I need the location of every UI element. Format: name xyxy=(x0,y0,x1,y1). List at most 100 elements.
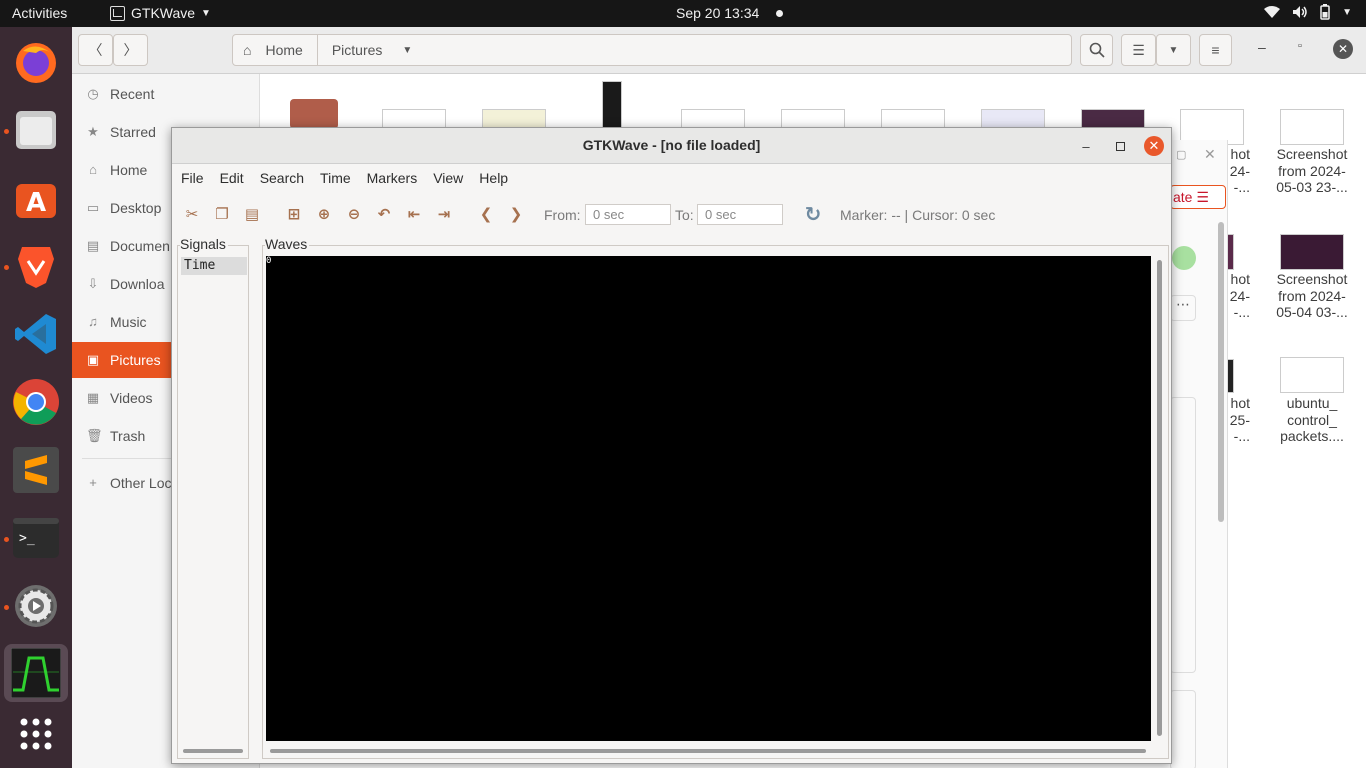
zoom-in-icon[interactable]: ⊕ xyxy=(313,204,335,224)
marker-cursor-status: Marker: -- | Cursor: 0 sec xyxy=(840,207,996,223)
sidebar-item-recent[interactable]: ◷ Recent xyxy=(72,76,260,112)
signal-row-time[interactable]: Time xyxy=(181,257,247,275)
thumbnail[interactable] xyxy=(602,81,622,129)
dock: A >_ xyxy=(0,27,72,768)
file-label[interactable]: Screenshot from 2024- 05-03 23-... xyxy=(1270,146,1354,196)
thumbnail[interactable] xyxy=(681,109,745,129)
from-input[interactable]: 0 sec xyxy=(585,204,671,225)
update-button[interactable]: ate ☰ xyxy=(1170,185,1226,209)
zoom-fit-icon[interactable]: ⊞ xyxy=(283,204,305,224)
list-view-button[interactable]: ☰ xyxy=(1121,34,1156,66)
folder-icon[interactable] xyxy=(290,99,338,129)
menu-time[interactable]: Time xyxy=(320,164,359,192)
copy-icon[interactable]: ❐ xyxy=(211,204,233,224)
clock[interactable]: Sep 20 13:34 xyxy=(676,5,759,21)
waves-horizontal-scrollbar[interactable] xyxy=(270,749,1146,753)
zoom-end-icon[interactable]: ⇥ xyxy=(433,204,455,224)
toolbar: ✂ ❐ ▤ ⊞ ⊕ ⊖ ↶ ⇤ ⇥ ❮ ❯ From: 0 sec To: 0 … xyxy=(172,194,1171,234)
sidebar-item-label: Downloa xyxy=(110,276,165,292)
gtkwave-titlebar[interactable]: GTKWave - [no file loaded] – ✕ xyxy=(172,128,1171,164)
chevron-down-icon: ▼ xyxy=(402,44,413,56)
prev-edge-icon[interactable]: ❮ xyxy=(475,204,497,224)
signals-label: Signals xyxy=(180,236,228,252)
signals-scrollbar[interactable] xyxy=(183,749,243,753)
menu-file[interactable]: File xyxy=(181,164,212,192)
file-label[interactable]: Screenshot from 2024- 05-04 03-... xyxy=(1270,271,1354,321)
app-menu[interactable]: GTKWave ▼ xyxy=(110,5,211,21)
menu-button[interactable]: ≡ xyxy=(1199,34,1232,66)
path-current[interactable]: Pictures xyxy=(332,42,383,58)
chrome-icon[interactable] xyxy=(10,376,62,428)
svg-text:>_: >_ xyxy=(19,531,35,546)
zoom-out-icon[interactable]: ⊖ xyxy=(343,204,365,224)
search-button[interactable] xyxy=(1080,34,1113,66)
sidebar-item-label: Documen xyxy=(110,238,170,254)
activities-button[interactable]: Activities xyxy=(12,5,67,21)
maximize-button[interactable] xyxy=(1110,136,1130,156)
sidebar-item-label: Starred xyxy=(110,124,156,140)
menu-search[interactable]: Search xyxy=(260,164,312,192)
waves-label: Waves xyxy=(265,236,310,252)
view-options-button[interactable]: ▼ xyxy=(1156,34,1191,66)
vscode-icon[interactable] xyxy=(10,308,62,360)
thumbnail[interactable] xyxy=(1280,357,1344,393)
minimize-button[interactable]: – xyxy=(1076,136,1096,156)
status-icon xyxy=(1172,246,1196,270)
close-button[interactable]: ✕ xyxy=(1144,136,1164,156)
home-icon: ⌂ xyxy=(89,162,97,177)
undo-zoom-icon[interactable]: ↶ xyxy=(373,204,395,224)
apps-grid-icon[interactable] xyxy=(10,708,62,760)
menu-markers[interactable]: Markers xyxy=(367,164,426,192)
to-input[interactable]: 0 sec xyxy=(697,204,783,225)
files-icon[interactable] xyxy=(10,104,62,156)
minimize-icon[interactable]: – xyxy=(1258,39,1266,55)
back-button[interactable]: 〈 xyxy=(78,34,113,66)
sidebar-item-label: Other Loc xyxy=(110,475,172,491)
zoom-start-icon[interactable]: ⇤ xyxy=(403,204,425,224)
wave-canvas[interactable]: 0 xyxy=(266,256,1151,741)
next-edge-icon[interactable]: ❯ xyxy=(505,204,527,224)
picture-icon: ▣ xyxy=(86,352,100,367)
thumbnail[interactable] xyxy=(981,109,1045,129)
thumbnail[interactable] xyxy=(1280,109,1344,145)
thumbnail[interactable] xyxy=(482,109,546,129)
paste-icon[interactable]: ▤ xyxy=(241,204,263,224)
system-tray[interactable]: ▼ xyxy=(1264,4,1352,20)
sidebar-item-label: Music xyxy=(110,314,147,330)
path-home[interactable]: Home xyxy=(265,42,302,58)
music-icon: ♫ xyxy=(88,314,98,329)
more-button[interactable]: ⋯ xyxy=(1170,295,1196,321)
brave-icon[interactable] xyxy=(10,240,62,292)
close-icon[interactable]: ✕ xyxy=(1204,146,1216,163)
maximize-icon[interactable]: ▫ xyxy=(1298,40,1302,52)
thumbnail[interactable] xyxy=(382,109,446,129)
gtkwave-icon[interactable] xyxy=(4,644,68,702)
file-label[interactable]: ubuntu_ control_ packets.... xyxy=(1270,395,1354,445)
terminal-icon[interactable]: >_ xyxy=(10,512,62,564)
sublime-icon[interactable] xyxy=(10,444,62,496)
clock-icon: ◷ xyxy=(87,86,99,101)
close-icon[interactable]: ✕ xyxy=(1333,39,1353,59)
maximize-icon[interactable]: ▢ xyxy=(1176,148,1186,161)
settings-icon[interactable] xyxy=(10,580,62,632)
cut-icon[interactable]: ✂ xyxy=(181,204,203,224)
thumbnail[interactable] xyxy=(1081,109,1145,129)
firefox-icon[interactable] xyxy=(10,36,62,88)
document-icon: ▤ xyxy=(86,238,100,253)
forward-button[interactable]: 〉 xyxy=(113,34,148,66)
thumbnail[interactable] xyxy=(881,109,945,129)
thumbnail[interactable] xyxy=(1280,234,1344,270)
menu-help[interactable]: Help xyxy=(479,164,516,192)
app-center-icon[interactable]: A xyxy=(10,172,62,224)
menu-edit[interactable]: Edit xyxy=(220,164,252,192)
gtkwave-small-icon xyxy=(110,5,125,21)
download-icon: ⇩ xyxy=(87,276,99,291)
home-icon: ⌂ xyxy=(243,42,252,58)
reload-icon[interactable]: ↻ xyxy=(802,204,824,226)
time-zero-label: 0 xyxy=(266,256,272,266)
waves-vertical-scrollbar[interactable] xyxy=(1157,260,1162,736)
thumbnail[interactable] xyxy=(781,109,845,129)
sidebar-item-label: Pictures xyxy=(110,352,161,368)
scrollbar[interactable] xyxy=(1218,222,1224,522)
menu-view[interactable]: View xyxy=(433,164,471,192)
